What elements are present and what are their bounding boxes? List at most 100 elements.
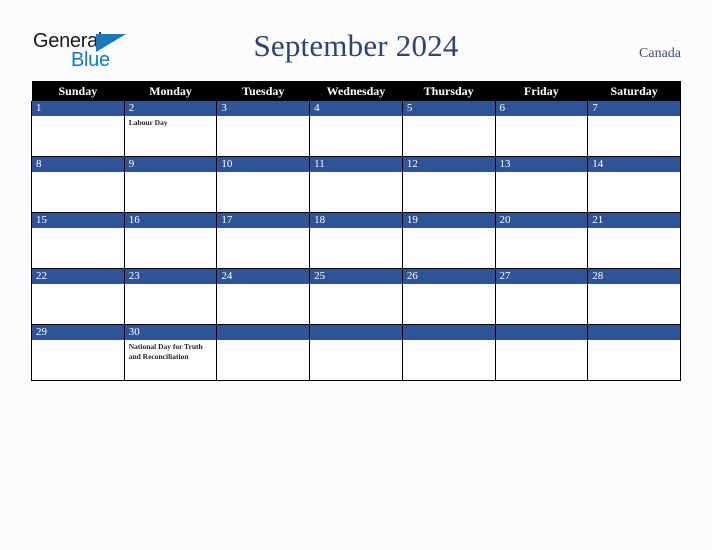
calendar-day-cell[interactable]: 26 — [401, 268, 496, 325]
day-number: 1 — [32, 101, 124, 116]
day-number: 18 — [310, 213, 402, 228]
day-cell-inner: 5 — [402, 101, 495, 156]
day-number: 28 — [588, 269, 680, 284]
calendar-day-cell[interactable]: 12 — [401, 156, 496, 213]
calendar-day-cell[interactable]: 17 — [216, 212, 311, 269]
calendar-day-cell[interactable]: 10 — [216, 156, 311, 213]
day-cell-inner: 23 — [124, 269, 217, 324]
calendar-day-cell[interactable] — [401, 324, 496, 381]
holiday-event-label: National Day for Truth and Reconciliatio… — [128, 342, 203, 361]
day-number: 23 — [124, 269, 217, 284]
day-cell-inner: 21 — [588, 213, 680, 268]
calendar-day-cell[interactable]: 28 — [587, 268, 681, 325]
calendar-day-cell[interactable]: 9 — [123, 156, 218, 213]
day-number: 14 — [588, 157, 680, 172]
calendar-day-cell[interactable]: 25 — [309, 268, 403, 325]
day-number: 4 — [310, 101, 402, 116]
calendar-day-cell[interactable]: 5 — [401, 101, 496, 157]
calendar-day-cell[interactable]: 27 — [494, 268, 589, 325]
day-cell-inner: 2 Labour Day — [124, 101, 217, 156]
day-cell-inner: 28 — [588, 269, 680, 324]
day-number: 16 — [124, 213, 217, 228]
day-cell-inner — [310, 325, 402, 380]
calendar-day-cell[interactable]: 16 — [123, 212, 218, 269]
day-cell-inner — [402, 325, 495, 380]
day-number: 26 — [402, 269, 495, 284]
calendar-day-cell[interactable]: 4 — [309, 101, 403, 157]
day-number: 30 — [124, 325, 217, 340]
calendar-day-cell[interactable]: 6 — [494, 101, 589, 157]
day-cell-inner: 13 — [495, 157, 588, 212]
day-number: 11 — [310, 157, 402, 172]
weekday-header-thursday: Thursday — [402, 81, 496, 101]
day-cell-inner: 3 — [217, 101, 310, 156]
day-cell-inner: 10 — [217, 157, 310, 212]
calendar-day-cell[interactable]: 24 — [216, 268, 311, 325]
calendar-page: General Blue September 2024 Canada Sunda… — [0, 0, 712, 550]
day-number: 21 — [588, 213, 680, 228]
day-number: 25 — [310, 269, 402, 284]
calendar-day-cell[interactable]: 2 Labour Day — [123, 101, 218, 157]
calendar-day-cell[interactable]: 29 — [31, 324, 125, 381]
day-cell-inner: 14 — [588, 157, 680, 212]
weekday-header-monday: Monday — [124, 81, 217, 101]
weekday-header-wednesday: Wednesday — [309, 81, 403, 101]
day-number: 7 — [588, 101, 680, 116]
day-number: 29 — [32, 325, 124, 340]
day-number: 20 — [495, 213, 588, 228]
calendar-day-cell[interactable] — [587, 324, 681, 381]
calendar-day-cell[interactable]: 14 — [587, 156, 681, 213]
calendar-day-cell[interactable]: 1 — [31, 101, 125, 157]
day-number: 10 — [217, 157, 310, 172]
day-cell-inner — [217, 325, 310, 380]
day-number: 22 — [32, 269, 124, 284]
calendar-grid: Sunday Monday Tuesday Wednesday Thursday… — [31, 81, 681, 381]
day-number: 9 — [124, 157, 217, 172]
calendar-day-cell[interactable]: 7 — [587, 101, 681, 157]
calendar-day-cell[interactable]: 18 — [309, 212, 403, 269]
day-cell-inner: 7 — [588, 101, 680, 156]
day-number-empty — [588, 325, 680, 340]
calendar-day-cell[interactable]: 19 — [401, 212, 496, 269]
calendar-day-cell[interactable]: 22 — [31, 268, 125, 325]
calendar-day-cell[interactable]: 15 — [31, 212, 125, 269]
day-number-empty — [495, 325, 588, 340]
day-cell-inner: 15 — [32, 213, 124, 268]
day-number: 15 — [32, 213, 124, 228]
day-cell-inner: 27 — [495, 269, 588, 324]
day-cell-inner: 26 — [402, 269, 495, 324]
weekday-header-row: Sunday Monday Tuesday Wednesday Thursday… — [31, 81, 681, 101]
day-number: 12 — [402, 157, 495, 172]
calendar-day-cell[interactable] — [309, 324, 403, 381]
calendar-day-cell[interactable] — [494, 324, 589, 381]
day-number-empty — [310, 325, 402, 340]
day-number: 27 — [495, 269, 588, 284]
day-cell-inner: 4 — [310, 101, 402, 156]
holiday-event-label: Labour Day — [128, 118, 168, 127]
calendar-day-cell[interactable]: 21 — [587, 212, 681, 269]
calendar-week-row: 8 9 10 11 12 13 14 — [31, 156, 681, 213]
calendar-day-cell[interactable]: 23 — [123, 268, 218, 325]
day-cell-inner: 16 — [124, 213, 217, 268]
calendar-day-cell[interactable]: 30 National Day for Truth and Reconciliat… — [123, 324, 218, 381]
calendar-day-cell[interactable] — [216, 324, 311, 381]
calendar-day-cell[interactable]: 13 — [494, 156, 589, 213]
day-events: Labour Day — [125, 116, 217, 128]
calendar-day-cell[interactable]: 20 — [494, 212, 589, 269]
day-number: 6 — [495, 101, 588, 116]
day-number: 19 — [402, 213, 495, 228]
weekday-header-friday: Friday — [495, 81, 588, 101]
day-cell-inner: 8 — [32, 157, 124, 212]
day-cell-inner: 9 — [124, 157, 217, 212]
calendar-day-cell[interactable]: 11 — [309, 156, 403, 213]
day-cell-inner: 17 — [217, 213, 310, 268]
day-events: National Day for Truth and Reconciliatio… — [125, 340, 217, 361]
calendar-day-cell[interactable]: 8 — [31, 156, 125, 213]
calendar-day-cell[interactable]: 3 — [216, 101, 311, 157]
day-cell-inner: 1 — [32, 101, 124, 156]
day-cell-inner: 19 — [402, 213, 495, 268]
day-number-empty — [217, 325, 310, 340]
calendar-week-row: 29 30 National Day for Truth and Reconcili… — [31, 324, 681, 381]
day-number: 13 — [495, 157, 588, 172]
day-cell-inner: 29 — [32, 325, 124, 380]
